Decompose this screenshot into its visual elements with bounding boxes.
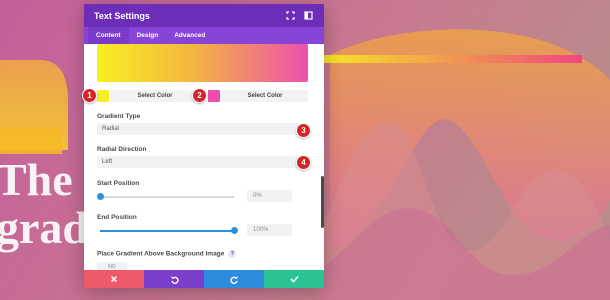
close-icon bbox=[110, 275, 118, 283]
select-start-color-button[interactable]: Select Color bbox=[111, 90, 199, 102]
start-position-label: Start Position bbox=[97, 180, 140, 187]
place-gradient-label: Place Gradient Above Background Image? bbox=[97, 250, 237, 258]
redo-button[interactable] bbox=[204, 270, 264, 288]
redo-icon bbox=[229, 276, 238, 284]
undo-button[interactable] bbox=[144, 270, 204, 288]
end-position-input[interactable]: 100% bbox=[247, 224, 292, 236]
radial-direction-label: Radial Direction bbox=[97, 146, 147, 153]
tab-design[interactable]: Design bbox=[129, 27, 167, 44]
check-icon bbox=[289, 275, 299, 283]
callout-marker-4: 4 bbox=[296, 155, 311, 170]
end-position-handle[interactable] bbox=[230, 227, 238, 234]
end-position-fill bbox=[100, 230, 234, 232]
modal-header: Text Settings bbox=[84, 4, 324, 27]
end-position-label: End Position bbox=[97, 214, 137, 221]
gradient-end-swatch[interactable] bbox=[208, 90, 220, 102]
modal-scrollbar[interactable] bbox=[321, 176, 324, 228]
modal-title: Text Settings bbox=[94, 10, 150, 21]
callout-marker-3: 3 bbox=[296, 123, 311, 138]
save-button[interactable] bbox=[264, 270, 324, 288]
gradient-start-swatch[interactable] bbox=[97, 90, 109, 102]
tab-content[interactable]: Content bbox=[88, 27, 129, 44]
gradient-preview bbox=[97, 44, 308, 82]
place-gradient-label-text: Place Gradient Above Background Image bbox=[97, 250, 225, 258]
expand-icon[interactable] bbox=[284, 10, 296, 22]
start-position-handle[interactable] bbox=[96, 193, 104, 200]
callout-marker-1: 1 bbox=[82, 88, 97, 103]
modal-body: Select Color Select Color Gradient Type … bbox=[84, 44, 324, 270]
start-position-slider[interactable] bbox=[96, 193, 234, 200]
settings-tabs: Content Design Advanced bbox=[84, 27, 324, 44]
undo-icon bbox=[170, 276, 179, 284]
gradient-type-select[interactable]: Radial bbox=[97, 123, 308, 135]
text-settings-modal: Text Settings Content Design Advanced Se… bbox=[84, 4, 324, 288]
tab-advanced[interactable]: Advanced bbox=[166, 27, 213, 44]
callout-marker-2: 2 bbox=[192, 88, 207, 103]
gradient-type-label: Gradient Type bbox=[97, 113, 141, 120]
modal-footer bbox=[84, 270, 324, 288]
place-gradient-toggle[interactable]: NO bbox=[97, 262, 127, 270]
select-end-color-button[interactable]: Select Color bbox=[222, 90, 308, 102]
help-icon[interactable]: ? bbox=[228, 250, 237, 258]
radial-direction-select[interactable]: Left bbox=[97, 156, 308, 168]
start-position-input[interactable]: 0% bbox=[247, 190, 292, 202]
end-position-slider[interactable] bbox=[100, 227, 238, 234]
sidebar-toggle-icon[interactable] bbox=[302, 10, 314, 22]
cancel-button[interactable] bbox=[84, 270, 144, 288]
